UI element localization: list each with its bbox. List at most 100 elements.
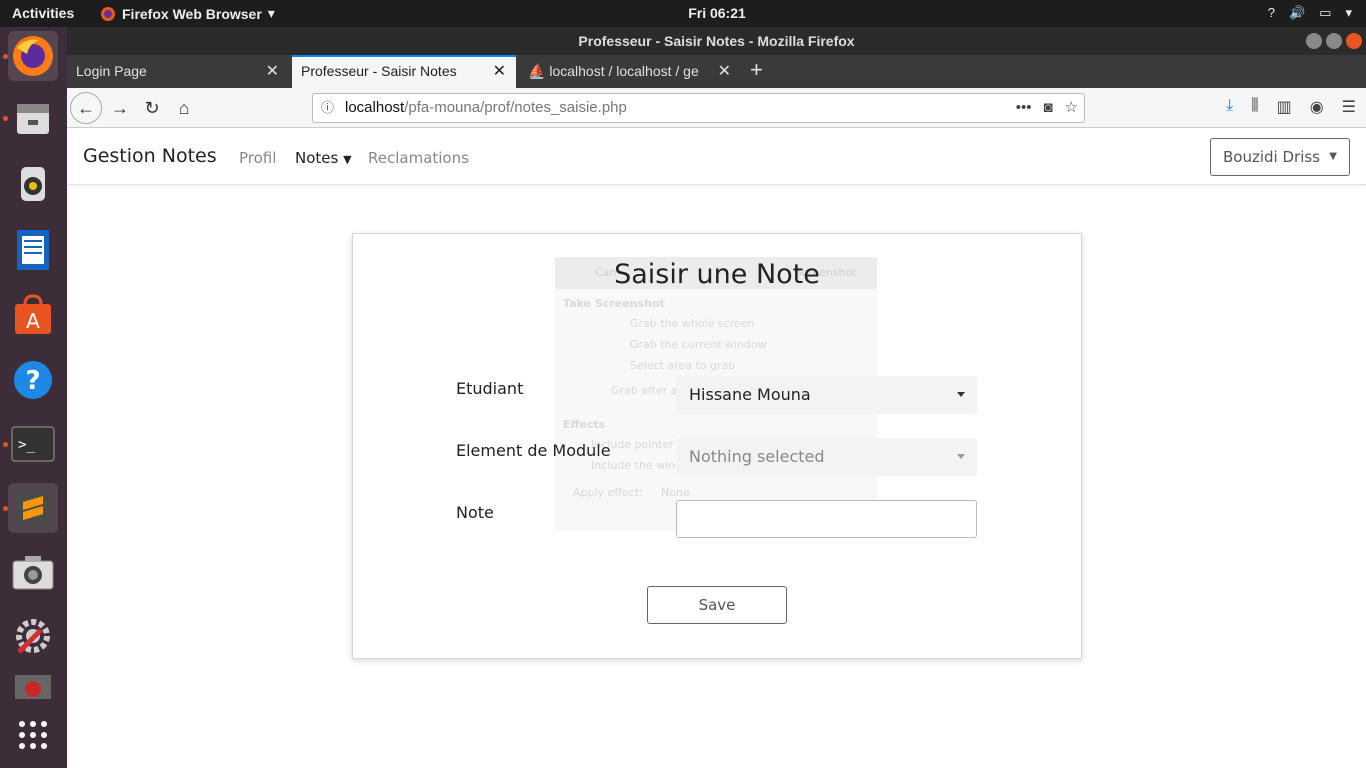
user-dropdown-button[interactable]: Bouzidi Driss ▼ [1210, 138, 1350, 176]
account-icon[interactable]: ◉ [1310, 97, 1324, 117]
library-icon[interactable]: ⫼ [1251, 97, 1258, 117]
window-titlebar[interactable]: Professeur - Saisir Notes - Mozilla Fire… [67, 27, 1366, 55]
back-button[interactable]: ← [70, 92, 102, 124]
caret-down-icon: ▼ [343, 153, 352, 166]
pocket-icon[interactable]: ◙ [1043, 94, 1052, 122]
running-indicator [3, 54, 8, 59]
window-controls [1306, 33, 1362, 49]
dock-partial-app[interactable] [8, 675, 58, 699]
dock-software[interactable]: A [8, 291, 58, 341]
dock-firefox[interactable] [8, 31, 58, 81]
module-select[interactable]: Nothing selected [676, 438, 977, 476]
show-applications-button[interactable] [8, 710, 58, 760]
nav-link-notes-label: Notes [295, 149, 339, 167]
new-tab-button[interactable]: + [750, 55, 763, 85]
speaker-icon [21, 167, 45, 201]
system-top-bar: Activities Firefox Web Browser ▾ Fri 06:… [0, 0, 1366, 27]
minimize-button[interactable] [1306, 33, 1322, 49]
dock-rhythmbox[interactable] [8, 159, 58, 209]
ghost-section-effects: Effects [563, 418, 606, 431]
save-button[interactable]: Save [647, 586, 787, 624]
tab-phpmyadmin[interactable]: ⛵ localhost / localhost / ge ✕ [519, 55, 741, 88]
form-title: Saisir une Note [614, 259, 820, 290]
close-window-button[interactable] [1346, 33, 1362, 49]
bookmark-star-icon[interactable]: ☆ [1065, 94, 1078, 122]
help-icon: ? [14, 361, 52, 399]
url-bar[interactable]: ⓘ localhost/pfa-mouna/prof/notes_saisie.… [312, 93, 1085, 123]
arrow-left-icon: ← [77, 97, 95, 118]
nav-link-profil[interactable]: Profil [239, 149, 276, 167]
activities-button[interactable]: Activities [12, 5, 74, 21]
battery-icon: ▭ [1319, 5, 1332, 20]
download-icon[interactable]: ⤓ [1226, 97, 1233, 117]
student-select[interactable]: Hissane Mouna [676, 376, 977, 414]
firefox-icon [101, 6, 115, 21]
web-page: Gestion Notes Profil Notes ▼ Reclamation… [67, 128, 1366, 768]
dock-help[interactable]: ? [8, 355, 58, 405]
tab-bar: Login Page ✕ Professeur - Saisir Notes ✕… [67, 55, 1366, 88]
tab-login-page[interactable]: Login Page ✕ [67, 55, 289, 88]
chevron-down-icon: ▾ [267, 5, 275, 21]
svg-text:A: A [26, 309, 40, 333]
home-button[interactable]: ⌂ [170, 94, 198, 122]
terminal-icon: >_ [11, 426, 55, 462]
help-icon: ? [1267, 5, 1275, 20]
app-menu[interactable]: Firefox Web Browser ▾ [100, 5, 275, 22]
running-indicator [3, 116, 8, 121]
dock-sublime[interactable] [8, 483, 58, 533]
note-input[interactable] [676, 500, 977, 538]
close-icon[interactable]: ✕ [493, 57, 506, 86]
dock-writer[interactable] [8, 225, 58, 275]
dock-settings[interactable] [8, 611, 58, 661]
chevron-down-icon: ▾ [1345, 5, 1352, 20]
nav-link-notes[interactable]: Notes ▼ [295, 149, 352, 167]
arrow-right-icon: → [111, 97, 129, 118]
note-label: Note [456, 503, 494, 522]
phpmyadmin-icon: ⛵ [528, 63, 546, 79]
dock-terminal[interactable]: >_ [8, 419, 58, 469]
caret-down-icon: ▼ [1329, 151, 1337, 162]
app-grid-icon [19, 721, 47, 749]
sidebar-icon[interactable]: ▥ [1277, 97, 1292, 117]
firefox-icon [13, 36, 53, 76]
student-select-value: Hissane Mouna [689, 385, 811, 404]
maximize-button[interactable] [1326, 33, 1342, 49]
tab-label: localhost / localhost / ge [549, 63, 699, 79]
ghost-option-window: Grab the current window [630, 338, 767, 351]
dock-screenshot[interactable] [8, 547, 58, 597]
navigation-toolbar: ← → ↻ ⌂ ⓘ localhost/pfa-mouna/prof/notes… [67, 88, 1366, 128]
running-indicator [3, 506, 8, 511]
brand[interactable]: Gestion Notes [83, 145, 217, 167]
dock-files[interactable] [8, 93, 58, 143]
settings-icon [16, 619, 50, 654]
module-select-placeholder: Nothing selected [689, 447, 825, 466]
reload-button[interactable]: ↻ [138, 94, 166, 122]
ghost-apply-value: None [661, 486, 690, 499]
software-center-icon: A [15, 294, 51, 334]
page-actions-icon[interactable]: ••• [1016, 94, 1032, 122]
firefox-window: Professeur - Saisir Notes - Mozilla Fire… [67, 27, 1366, 768]
document-icon [17, 230, 49, 270]
menu-icon[interactable]: ☰ [1342, 97, 1356, 117]
ghost-option-area: Select area to grab [630, 359, 736, 372]
close-icon[interactable]: ✕ [713, 55, 731, 88]
dock: A ? >_ [0, 27, 67, 768]
window-title: Professeur - Saisir Notes - Mozilla Fire… [578, 33, 855, 49]
ghost-option-whole: Grab the whole screen [630, 317, 755, 330]
ghost-section-take: Take Screenshot [563, 297, 665, 310]
app-navbar: Gestion Notes Profil Notes ▼ Reclamation… [67, 128, 1366, 185]
system-tray[interactable]: ? 🔊 ▭ ▾ [1268, 5, 1352, 21]
camera-icon [12, 556, 54, 590]
running-indicator [3, 442, 8, 447]
volume-icon: 🔊 [1288, 5, 1306, 20]
forward-button[interactable]: → [106, 94, 134, 122]
tab-saisir-notes[interactable]: Professeur - Saisir Notes ✕ [292, 55, 516, 88]
note-entry-card: Can Screenshot Take Screenshot Grab the … [352, 233, 1082, 659]
sublime-text-icon [15, 490, 51, 526]
tab-label: Login Page [76, 63, 147, 79]
nav-link-reclamations[interactable]: Reclamations [368, 149, 469, 167]
app-menu-label: Firefox Web Browser [122, 5, 262, 22]
close-icon[interactable]: ✕ [266, 55, 279, 88]
svg-text:>_: >_ [18, 437, 35, 453]
info-icon[interactable]: ⓘ [321, 94, 334, 122]
